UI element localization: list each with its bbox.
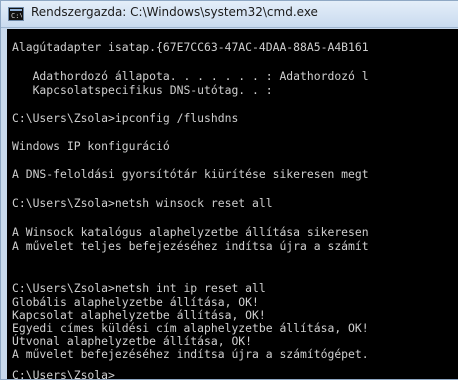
console-line: Útvonal alaphelyzetbe állítása, OK! xyxy=(12,334,253,348)
console-line: Kapcsolatspecifikus DNS-utótag. . : xyxy=(12,83,273,97)
console-line: Globális alaphelyzetbe állítása, OK! xyxy=(12,295,259,309)
console-line: Adathordozó állapota. . . . . . . : Adat… xyxy=(12,69,369,83)
console-line: C:\Users\Zsola>netsh int ip reset all xyxy=(12,281,266,295)
console-line: Egyedi címes küldési cím alaphelyzetbe á… xyxy=(12,321,369,335)
command-prompt-icon[interactable]: C:\ xyxy=(8,7,24,21)
cmd-window: C:\ Rendszergazda: C:\Windows\system32\c… xyxy=(0,0,458,380)
console-line: C:\Users\Zsola>netsh winsock reset all xyxy=(12,196,273,210)
window-title: Rendszergazda: C:\Windows\system32\cmd.e… xyxy=(31,5,318,19)
console-line: A Winsock katalógus alaphelyzetbe állítá… xyxy=(12,225,369,239)
console-line: Kapcsolat alaphelyzetbe állítása, OK! xyxy=(12,308,266,322)
console-output[interactable]: Alagútadapter isatap.{67E7CC63-47AC-4DAA… xyxy=(7,29,458,380)
svg-text:C:\: C:\ xyxy=(11,12,22,19)
console-line: Windows IP konfiguráció xyxy=(12,139,170,153)
console-line: A művelet teljes befejezéséhez indítsa ú… xyxy=(12,239,369,253)
console-line: Alagútadapter isatap.{67E7CC63-47AC-4DAA… xyxy=(12,40,369,54)
console-line: A művelet befejezéséhez indítsa újra a s… xyxy=(12,347,369,361)
console-line: C:\Users\Zsola>ipconfig /flushdns xyxy=(12,111,239,125)
console-line: A DNS-feloldási gyorsítótár kiürítése si… xyxy=(12,167,369,181)
console-prompt: C:\Users\Zsola> xyxy=(12,368,115,380)
title-bar[interactable]: C:\ Rendszergazda: C:\Windows\system32\c… xyxy=(1,1,458,28)
